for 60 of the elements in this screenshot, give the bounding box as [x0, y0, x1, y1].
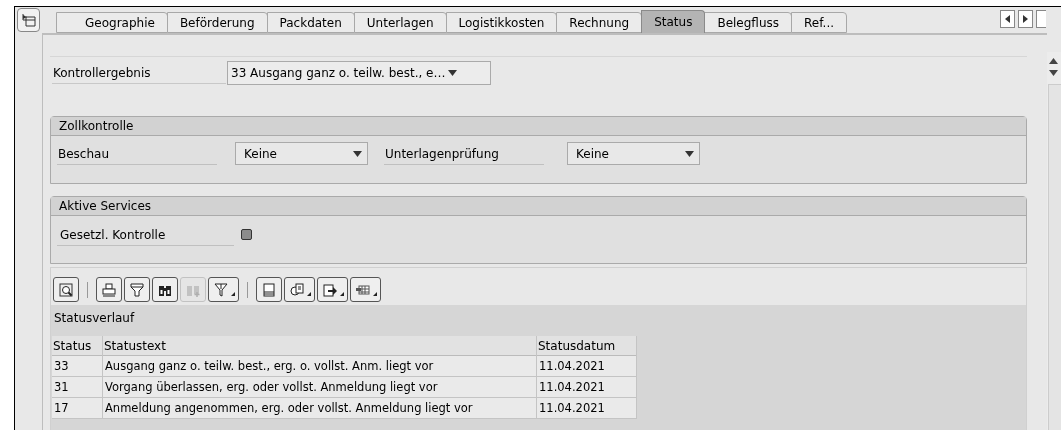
table-cell: 31: [52, 377, 103, 397]
grid-icon: [356, 282, 370, 297]
tab[interactable]: Belegfluss: [704, 12, 793, 33]
group-title: Zollkontrolle: [51, 117, 1026, 136]
tab-scroll-right-button[interactable]: [1018, 10, 1033, 28]
header-toggle-icon: [21, 13, 36, 27]
tab[interactable]: Unterlagen: [353, 12, 447, 33]
toolbar-button[interactable]: [256, 277, 282, 302]
menu-caret-icon: [373, 291, 377, 296]
field-label: Gesetzl. Kontrolle: [57, 224, 234, 246]
field-label: Kontrollergebnis: [52, 62, 226, 84]
toolbar-button[interactable]: [284, 277, 315, 302]
scroll-up-icon[interactable]: [1049, 58, 1058, 64]
dropdown-caret-icon: [447, 70, 457, 76]
group-title: Aktive Services: [51, 197, 1026, 216]
filter-icon: [214, 282, 228, 297]
table-cell: 11.04.2021: [537, 356, 637, 376]
table-cell: Vorgang überlassen, erg. oder vollst. Anmeldung liegt vor: [103, 377, 537, 397]
tab[interactable]: Packdaten: [266, 12, 355, 33]
tab[interactable]: Beförderung: [166, 12, 268, 33]
table-cell: 33: [52, 356, 103, 376]
printer-icon: [102, 282, 116, 297]
menu-caret-icon: [231, 291, 235, 296]
tab[interactable]: Status: [641, 10, 706, 33]
toolbar-button[interactable]: [53, 277, 79, 302]
dropdown-field[interactable]: 33 Ausgang ganz o. teilw. best., e…: [227, 61, 491, 85]
toolbar-button[interactable]: [124, 277, 150, 302]
documents-icon: [290, 282, 304, 297]
table-cell: Anmeldung angenommen, erg. oder vollst. Anmeldung liegt vor: [103, 398, 537, 418]
field-label: Unterlagenprüfung: [384, 143, 544, 165]
tab[interactable]: Ref...: [791, 12, 848, 33]
toolbar-button[interactable]: [317, 277, 348, 302]
menu-caret-icon: [307, 291, 311, 296]
tab[interactable]: Geographie: [56, 12, 168, 33]
magnifier-icon: [59, 282, 73, 297]
status-indicator-icon: [241, 229, 252, 240]
table-cell: 17: [52, 398, 103, 418]
table-cell: 11.04.2021: [537, 377, 637, 397]
tab[interactable]: Rechnung: [556, 12, 643, 33]
page-icon: [262, 282, 276, 297]
field-label: Beschau: [57, 143, 217, 165]
menu-caret-icon: [340, 291, 344, 296]
toolbar-button[interactable]: [152, 277, 178, 302]
toolbar-button[interactable]: [96, 277, 122, 302]
right-arrow-icon: [1023, 15, 1028, 23]
toolbar-button[interactable]: [350, 277, 381, 302]
table-cell: 11.04.2021: [537, 398, 637, 418]
tab-scroll-left-button[interactable]: [1000, 10, 1015, 28]
dropdown-field[interactable]: Keine: [235, 142, 368, 165]
dropdown-caret-icon: [685, 150, 694, 157]
tab[interactable]: Logistikkosten: [445, 12, 558, 33]
dropdown-field[interactable]: Keine: [567, 142, 700, 165]
table-cell: Ausgang ganz o. teilw. best., erg. o. vollst. Anm. liegt vor: [103, 356, 537, 376]
funnel-icon: [130, 282, 144, 297]
grid-title: Statusverlauf: [51, 305, 1026, 332]
header-toggle-button[interactable]: [17, 8, 40, 32]
dropdown-caret-icon: [353, 150, 362, 157]
scroll-down-icon[interactable]: [1049, 70, 1058, 76]
left-arrow-icon: [1005, 15, 1010, 23]
toolbar-button[interactable]: [208, 277, 239, 302]
